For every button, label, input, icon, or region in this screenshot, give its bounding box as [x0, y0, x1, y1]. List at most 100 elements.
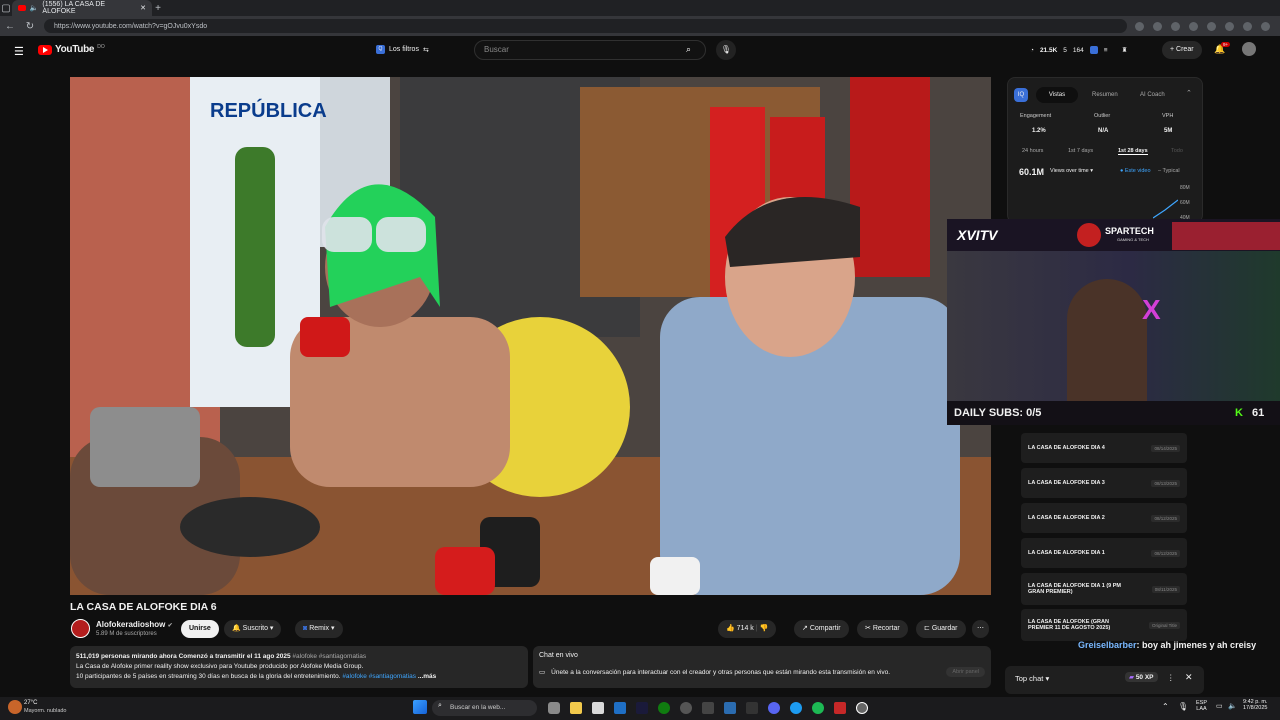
playlist-item[interactable]: LA CASA DE ALOFOKE DIA 4 08/14/2025 — [1021, 433, 1187, 463]
create-button[interactable]: + Crear — [1162, 41, 1202, 59]
top-chat-dropdown[interactable]: Top chat ▾ — [1015, 674, 1049, 683]
app-icon[interactable] — [724, 702, 736, 714]
share-button[interactable]: ↗ Compartir — [794, 620, 849, 638]
discord-icon[interactable] — [768, 702, 780, 714]
like-button[interactable]: 👍 714 k | 👎 — [718, 620, 777, 638]
close-tab-icon[interactable]: ✕ — [140, 4, 146, 12]
app-icon[interactable] — [702, 702, 714, 714]
tray-chevron-icon[interactable]: ⌃ — [1162, 702, 1169, 711]
edge-icon[interactable] — [790, 702, 802, 714]
browser-tab[interactable]: 🔈 (1556) LA CASA DE ALOFOKE ✕ — [12, 0, 152, 16]
chrome-icon[interactable] — [856, 702, 868, 714]
subscribed-button[interactable]: 🔔 Suscrito ▾ — [224, 620, 282, 638]
outlook-icon[interactable] — [614, 702, 626, 714]
volume-icon[interactable]: 🔈 — [1228, 702, 1237, 710]
app-icon[interactable] — [834, 702, 846, 714]
clip-button[interactable]: ✂ Recortar — [857, 620, 908, 638]
new-tab-icon[interactable]: + — [152, 3, 164, 14]
app-icon[interactable] — [680, 702, 692, 714]
clock[interactable]: 9:42 p. m. 17/8/2025 — [1243, 699, 1267, 711]
desc-tags-2[interactable]: #alofoke #santiagomatias — [341, 673, 416, 680]
extension-icon[interactable] — [1089, 46, 1098, 54]
metric-label-engagement: Engagement — [1020, 113, 1052, 119]
playlist-item[interactable]: LA CASA DE ALOFOKE DIA 1 (9 PM GRAN PREM… — [1021, 573, 1187, 605]
search-icon[interactable]: ⌕ — [686, 44, 691, 55]
file-explorer-icon[interactable] — [570, 702, 582, 714]
save-button[interactable]: ⊏ Guardar — [916, 620, 966, 638]
taskbar-search-icon: ⌕ — [438, 702, 442, 709]
tab-ai-coach[interactable]: AI Coach — [1140, 87, 1165, 103]
channel-name-text: Alofokeradioshow — [96, 620, 166, 629]
close-chat-icon[interactable]: ✕ — [1185, 672, 1193, 683]
like-count: 714 k — [736, 625, 754, 632]
playlist-item[interactable]: LA CASA DE ALOFOKE DIA 1 08/12/2025 — [1021, 538, 1187, 568]
remix-button[interactable]: ◙ Remix ▾ — [295, 620, 343, 638]
app-icon[interactable] — [592, 702, 604, 714]
total-views: 60.1M — [1019, 167, 1045, 177]
join-button[interactable]: Unirse — [181, 620, 219, 638]
windows-start-icon[interactable] — [413, 700, 427, 714]
share-icon: ↗ — [802, 625, 808, 632]
xp-badge: ▰ 50 XP — [1125, 672, 1158, 682]
channel-name[interactable]: Alofokeradioshow ✔ — [96, 620, 173, 629]
playlist-item-title: LA CASA DE ALOFOKE DIA 2 — [1028, 515, 1105, 521]
address-bar[interactable]: https://www.youtube.com/watch?v=gOJvu0xY… — [44, 19, 1127, 33]
weather-icon[interactable] — [8, 700, 22, 714]
extension-icon[interactable] — [1189, 21, 1198, 31]
trophy-icon[interactable]: ♜ — [1122, 46, 1128, 54]
app-icon[interactable] — [548, 702, 560, 714]
taskbar-search[interactable]: Buscar en la web... — [432, 700, 537, 716]
tab-resumen[interactable]: Resumen — [1092, 87, 1118, 103]
range-7d[interactable]: 1st 7 days — [1068, 148, 1093, 154]
open-panel-button[interactable]: Abrir panel — [946, 667, 985, 677]
live-chat-text: Únete a la conversación para interactuar… — [551, 668, 891, 676]
spotify-icon[interactable] — [812, 702, 824, 714]
range-all[interactable]: Todo — [1171, 148, 1183, 154]
range-24h[interactable]: 24 hours — [1022, 148, 1043, 154]
tray-mic-icon[interactable]: 🎙 — [1178, 702, 1188, 711]
xp-value: 50 XP — [1135, 674, 1154, 681]
browser-menu-icon[interactable] — [1261, 21, 1270, 31]
channel-avatar[interactable] — [71, 619, 90, 638]
filters-button[interactable]: Q Los filtros ⇆ — [376, 45, 429, 54]
microphone-button[interactable]: 🎙 — [716, 40, 736, 60]
premiere-icon[interactable] — [636, 702, 648, 714]
search-input[interactable]: Buscar — [474, 40, 706, 60]
desc-line-3: 10 participantes de 5 países en streamin… — [76, 672, 522, 682]
network-icon[interactable]: ▭ — [1216, 702, 1223, 710]
user-avatar[interactable] — [1242, 42, 1256, 56]
more-actions-button[interactable]: ⋯ — [972, 620, 989, 638]
xbox-icon[interactable] — [658, 702, 670, 714]
stream-webcam-overlay: XVITV SPARTECH GAMING & TECH X DAILY SUB… — [947, 219, 1280, 425]
profile-icon[interactable] — [1243, 21, 1252, 31]
scissors-icon: ✂ — [865, 625, 871, 632]
video-player[interactable]: REPÚBLICA — [70, 77, 991, 595]
range-28d[interactable]: 1st 28 days — [1118, 148, 1148, 155]
youtube-logo[interactable]: YouTube DO — [38, 44, 105, 55]
metric-label-outlier: Outlier — [1094, 113, 1111, 119]
list-icon[interactable]: ≡ — [1104, 47, 1108, 54]
playlist-item[interactable]: LA CASA DE ALOFOKE (GRAN PREMIER 11 DE A… — [1021, 609, 1187, 641]
chat-menu-icon[interactable]: ⋮ — [1167, 673, 1175, 682]
reload-icon[interactable]: ↻ — [24, 21, 36, 32]
chart-dropdown[interactable]: Views over time ▾ — [1050, 168, 1093, 174]
verified-icon: ✔ — [167, 623, 173, 629]
description-box[interactable]: 511,019 personas mirando ahora Comenzó a… — [70, 646, 528, 688]
playlist-item[interactable]: LA CASA DE ALOFOKE DIA 3 08/13/2025 — [1021, 468, 1187, 498]
extension-icon[interactable] — [1135, 21, 1144, 31]
youtube-play-icon — [38, 44, 52, 55]
back-icon[interactable]: ← — [4, 21, 16, 32]
language-indicator[interactable]: ESP LAA — [1196, 700, 1207, 712]
window-menu-icon[interactable]: ▢ — [0, 3, 12, 14]
extension-icon[interactable] — [1153, 21, 1162, 31]
bookmark-star-icon[interactable] — [1171, 21, 1180, 31]
playlist-item[interactable]: LA CASA DE ALOFOKE DIA 2 08/12/2025 — [1021, 503, 1187, 533]
steam-icon[interactable] — [746, 702, 758, 714]
hamburger-menu-icon[interactable]: ☰ — [14, 45, 24, 58]
extension-icon[interactable] — [1207, 21, 1216, 31]
show-more-link[interactable]: ...más — [418, 673, 436, 680]
playlist-panel: LA CASA DE ALOFOKE DIA 4 08/14/2025 LA CA… — [1013, 425, 1203, 652]
extension-icon[interactable] — [1225, 21, 1234, 31]
tab-vistas[interactable]: Vistas — [1036, 87, 1078, 103]
collapse-chevron-icon[interactable]: ⌃ — [1186, 89, 1192, 97]
